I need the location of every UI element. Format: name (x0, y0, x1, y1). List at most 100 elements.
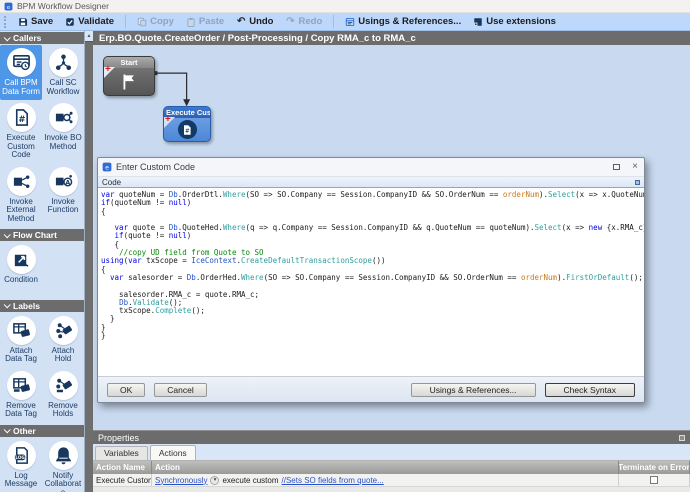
scroll-up-arrow-icon[interactable]: ▲ (85, 31, 93, 41)
check-syntax-button[interactable]: Check Syntax (545, 383, 635, 397)
svg-text:e: e (7, 4, 11, 10)
redo-button[interactable]: ↷Redo (281, 15, 328, 28)
required-marker-icon: + (165, 115, 171, 125)
execute-custom-code-icon: # (12, 108, 31, 127)
cancel-button[interactable]: Cancel (154, 383, 206, 397)
bpm-data-form-icon (12, 53, 31, 72)
palette-scrollbar[interactable]: ▲ (84, 31, 93, 492)
window-title: BPM Workflow Designer (17, 1, 109, 11)
tool-label: Execute Custom Code (1, 134, 41, 160)
toolbar: Save Validate Copy Paste ↶Undo ↷Redo Usi… (0, 13, 690, 31)
svg-text:#: # (18, 115, 25, 125)
terminate-checkbox[interactable] (650, 476, 658, 484)
workflow-canvas[interactable]: Start + Execute Custom Code 0 # + e Ente… (93, 45, 690, 430)
tab-variables[interactable]: Variables (95, 446, 148, 460)
column-terminate-on-error: Terminate on Error (619, 461, 690, 474)
usings-icon (345, 17, 355, 27)
tool-label: Notify Collaborate (43, 472, 83, 492)
tool-label: Attach Data Tag (1, 347, 41, 364)
dialog-title: Enter Custom Code (116, 162, 601, 172)
properties-panel: Properties Variables Actions Action Name… (93, 430, 690, 492)
properties-title: Properties (98, 433, 139, 443)
app-icon: e (4, 2, 13, 11)
code-section-label: Code (102, 178, 121, 187)
invoke-function-icon: A (54, 172, 73, 191)
action-name-cell: Execute Custom Code 0 (93, 474, 152, 486)
usings-references-button[interactable]: Usings & References... (411, 383, 536, 397)
start-node[interactable]: Start + (103, 56, 155, 96)
undo-icon: ↶ (236, 17, 246, 27)
usings-references-toolbar-button[interactable]: Usings & References... (340, 15, 466, 28)
chevron-down-icon (4, 301, 11, 308)
section-title: Callers (13, 33, 41, 43)
section-header-other[interactable]: Other (0, 425, 84, 437)
tool-call-sc-workflow[interactable]: Call SC Workflow (42, 45, 84, 100)
properties-header: Properties (93, 431, 690, 444)
ok-button[interactable]: OK (107, 383, 145, 397)
dialog-icon: e (102, 162, 112, 172)
tool-attach-data-tag[interactable]: Attach Data Tag (0, 313, 42, 368)
code-section-header: Code (98, 177, 644, 188)
tool-label: Invoke External Method (1, 198, 41, 224)
tool-notify-collaborate[interactable]: Notify Collaborate (42, 438, 84, 492)
code-editor[interactable]: var quoteNum = Db.OrderDtl.Where(SO => S… (98, 188, 644, 376)
section-title: Flow Chart (13, 230, 57, 240)
tool-log-message[interactable]: LOGLog Message (0, 438, 42, 492)
actions-table-header: Action Name Action Terminate on Error (93, 461, 690, 474)
action-cell: Synchronously ▾ execute custom //Sets SO… (152, 474, 619, 486)
toolbar-separator (125, 15, 126, 28)
paste-button[interactable]: Paste (181, 15, 229, 28)
section-header-callers[interactable]: Callers (0, 32, 84, 44)
tool-call-bpm-data-form[interactable]: Call BPM Data Form (0, 45, 42, 100)
sync-mode-link[interactable]: Synchronously (155, 476, 207, 485)
bpm-workflow-designer-window: e BPM Workflow Designer Save Validate Co… (0, 0, 690, 492)
log-message-icon: LOG (12, 446, 31, 465)
tab-actions[interactable]: Actions (150, 445, 196, 460)
svg-text:#: # (185, 128, 190, 134)
attach-data-tag-icon (12, 321, 31, 340)
usings-label: Usings & References... (358, 16, 461, 27)
tool-label: Invoke BO Method (43, 134, 83, 151)
use-extensions-button[interactable]: Use extensions (468, 15, 561, 28)
tool-attach-hold[interactable]: Attach Hold (42, 313, 84, 368)
dialog-titlebar[interactable]: e Enter Custom Code × (98, 158, 644, 177)
scrollbar-thumb[interactable] (85, 41, 93, 492)
tool-invoke-function[interactable]: AInvoke Function (42, 164, 84, 228)
section-header-labels[interactable]: Labels (0, 300, 84, 312)
tool-invoke-external-method[interactable]: Invoke External Method (0, 164, 42, 228)
pin-icon[interactable] (679, 435, 685, 441)
flag-icon (119, 72, 139, 92)
validate-button[interactable]: Validate (60, 15, 119, 28)
section-header-flow-chart[interactable]: Flow Chart (0, 229, 84, 241)
section-title: Other (13, 426, 36, 436)
table-row[interactable]: Execute Custom Code 0 Synchronously ▾ ex… (93, 474, 690, 487)
toolbar-grip[interactable] (4, 16, 8, 28)
tool-label: Call SC Workflow (43, 79, 83, 96)
save-button[interactable]: Save (13, 15, 58, 28)
chevron-down-icon (4, 34, 11, 41)
pin-icon[interactable] (635, 180, 640, 185)
maximize-icon[interactable] (613, 164, 620, 170)
column-action-name: Action Name (93, 461, 152, 474)
undo-button[interactable]: ↶Undo (231, 15, 278, 28)
undo-label: Undo (249, 16, 273, 27)
svg-text:e: e (105, 165, 109, 172)
tool-execute-custom-code[interactable]: # Execute Custom Code (0, 100, 42, 164)
tool-remove-holds[interactable]: Remove Holds (42, 368, 84, 423)
close-icon[interactable]: × (632, 162, 638, 172)
paste-icon (186, 17, 196, 27)
extensions-icon (473, 17, 483, 27)
tool-label: Remove Holds (43, 402, 83, 419)
svg-text:A: A (65, 179, 70, 186)
extensions-label: Use extensions (486, 16, 556, 27)
breadcrumb: Erp.BO.Quote.CreateOrder / Post-Processi… (93, 31, 690, 45)
tool-remove-data-tag[interactable]: Remove Data Tag (0, 368, 42, 423)
custom-code-link[interactable]: //Sets SO fields from quote... (282, 476, 384, 485)
tool-invoke-bo-method[interactable]: Invoke BO Method (42, 100, 84, 164)
condition-icon (12, 250, 31, 269)
redo-label: Redo (299, 16, 323, 27)
execute-custom-code-node[interactable]: Execute Custom Code 0 # + (163, 106, 211, 142)
mode-dropdown-icon[interactable]: ▾ (210, 476, 219, 485)
tool-condition[interactable]: Condition (0, 242, 42, 289)
copy-button[interactable]: Copy (132, 15, 179, 28)
